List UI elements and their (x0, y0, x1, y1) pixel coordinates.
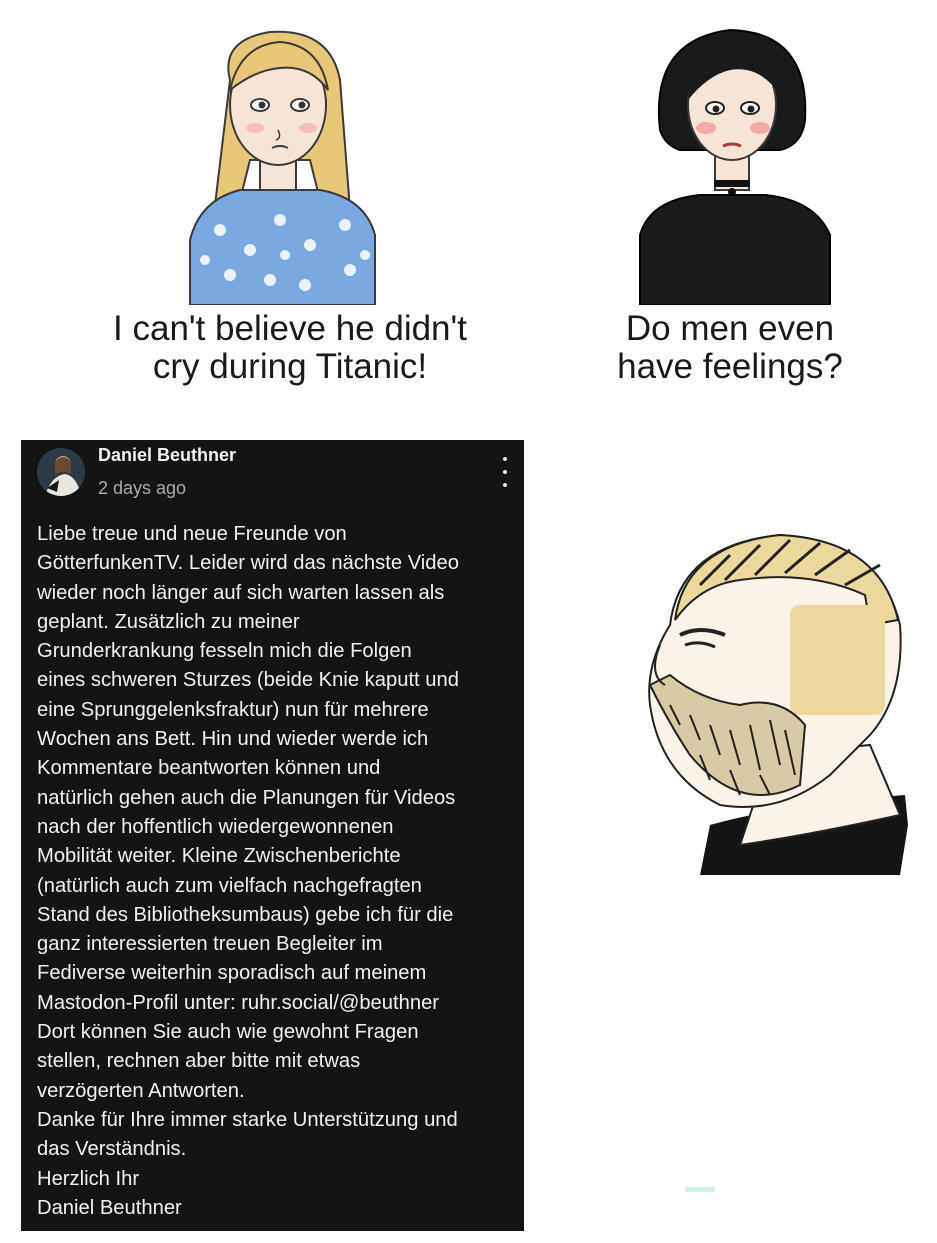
post-body-line: Mastodon-Profil unter: ruhr.social/@beut… (37, 991, 440, 1014)
post-body-line: nach der hoffentlich wiedergewonnenen (37, 815, 394, 838)
post-body-line: ganz interessierten treuen Begleiter im (37, 933, 383, 956)
bearded-man-illustration (648, 533, 908, 875)
panel2-caption-line1: Do men even (625, 309, 835, 348)
post-body-line: geplant. Zusätzlich zu meiner (37, 610, 300, 633)
decorative-dash (685, 1187, 715, 1192)
post-body-line: verzögerten Antworten. (37, 1079, 245, 1102)
post-body-line: natürlich gehen auch die Planungen für V… (37, 786, 456, 809)
post-body-line: wieder noch länger auf sich warten lasse… (37, 581, 445, 604)
panel1-caption-line1: I can't believe he didn't (113, 309, 467, 348)
post-body-line: Daniel Beuthner (37, 1196, 182, 1219)
post-body-line: Mobilität weiter. Kleine Zwischenbericht… (37, 845, 401, 868)
post-body-line: stellen, rechnen aber bitte mit etwas (37, 1050, 361, 1073)
post-body-line: eine Sprunggelenksfraktur) nun für mehre… (37, 698, 429, 721)
post-body-text: Liebe treue und neue Freunde von Götterfu… (37, 520, 515, 1223)
post-body-line: Liebe treue und neue Freunde von (37, 523, 347, 545)
post-author-name[interactable]: Daniel Beuthner (98, 445, 236, 466)
post-timestamp: 2 days ago (98, 478, 187, 498)
post-body-line: eines schweren Sturzes (beide Knie kaput… (37, 669, 459, 692)
post-body-line: Danke für Ihre immer starke Unterstützun… (37, 1108, 458, 1131)
panel1-caption: I can't believe he didn't cry during Tit… (70, 310, 510, 386)
post-body-line: Stand des Bibliotheksumbaus) gebe ich fü… (37, 903, 454, 926)
post-body-line: das Verständnis. (37, 1138, 187, 1161)
dark-haired-girl-illustration (639, 28, 831, 305)
post-body-line: Wochen ans Bett. Hin und wieder werde ic… (37, 728, 429, 751)
panel1-caption-line2: cry during Titanic! (152, 347, 428, 386)
post-body-line: Grunderkrankung fesseln mich die Folgen (37, 640, 412, 663)
blonde-girl-illustration (189, 30, 376, 305)
social-post-card: Daniel Beuthner 2 days ago Liebe treue u… (21, 440, 524, 1231)
post-body-line: Kommentare beantworten können und (37, 757, 381, 780)
panel2-caption: Do men even have feelings? (570, 310, 890, 386)
post-body-line: GötterfunkenTV. Leider wird das nächste … (37, 552, 459, 575)
post-body-line: Herzlich Ihr (37, 1167, 140, 1190)
author-avatar[interactable] (37, 448, 85, 496)
post-body-line: Fediverse weiterhin sporadisch auf meine… (37, 962, 427, 985)
post-body-line: (natürlich auch zum vielfach nachgefragt… (37, 874, 422, 897)
post-body-line: Dort können Sie auch wie gewohnt Fragen (37, 1021, 419, 1044)
more-vert-icon[interactable] (497, 457, 513, 487)
panel2-caption-line2: have feelings? (617, 347, 843, 386)
